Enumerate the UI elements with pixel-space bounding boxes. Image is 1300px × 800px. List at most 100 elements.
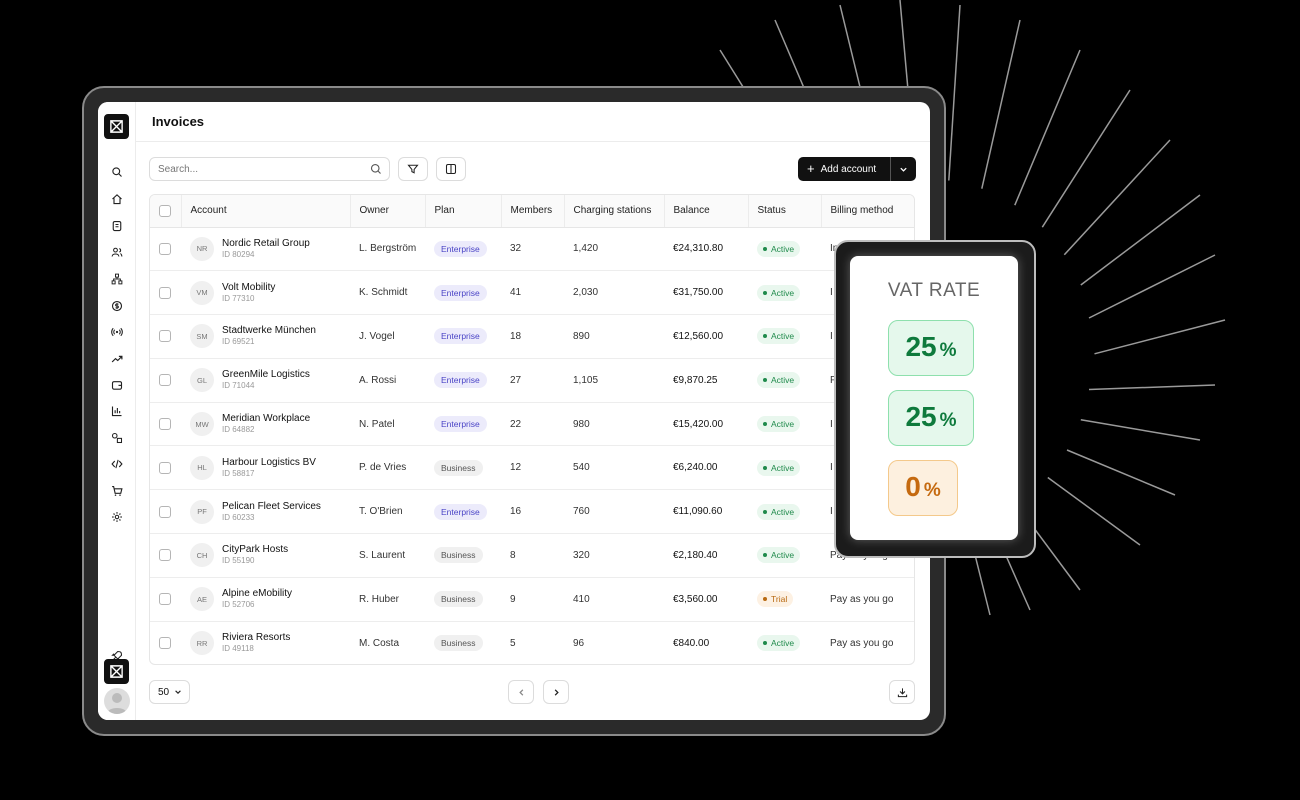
broadcast-icon[interactable] <box>108 323 126 341</box>
account-name[interactable]: Riviera Resorts <box>222 632 290 644</box>
row-checkbox[interactable] <box>159 637 171 650</box>
previous-page-button[interactable] <box>508 680 534 704</box>
select-all-cell <box>150 195 182 228</box>
cart-icon[interactable] <box>108 482 126 500</box>
plan-cell: Business <box>425 534 501 578</box>
page-size-select[interactable]: 50 <box>149 680 190 704</box>
accounts-table: Account Owner Plan Members Charging stat… <box>149 194 915 665</box>
table-row[interactable]: GL GreenMile Logistics ID 71044 A. Rossi Ent… <box>150 358 914 403</box>
chevron-down-icon <box>900 167 907 172</box>
members-cell: 27 <box>510 374 522 386</box>
columns-button[interactable] <box>436 157 466 181</box>
account-cell[interactable]: PF Pelican Fleet Services ID 60233 <box>181 490 350 534</box>
table-row[interactable]: HL Harbour Logistics BV ID 58817 P. de Vrie… <box>150 446 914 490</box>
account-name[interactable]: Stadtwerke München <box>222 325 316 337</box>
account-name[interactable]: Meridian Workplace <box>222 413 310 425</box>
account-cell[interactable]: CH CityPark Hosts ID 55190 <box>181 534 350 578</box>
status-dot <box>763 422 767 427</box>
account-name[interactable]: Nordic Retail Group <box>222 238 310 250</box>
add-account-button[interactable]: + Add account <box>798 157 916 181</box>
account-avatar: CH <box>190 543 214 568</box>
code-icon[interactable] <box>108 455 126 473</box>
column-header-stations[interactable]: Charging stations <box>564 195 665 228</box>
table-row[interactable]: SM Stadtwerke München ID 69521 J. Vogel Ente… <box>150 315 914 359</box>
table-row[interactable]: RR Riviera Resorts ID 49118 M. Costa Busines… <box>150 621 914 664</box>
wallet-icon[interactable] <box>108 376 126 394</box>
users-icon[interactable] <box>108 243 126 261</box>
hierarchy-icon[interactable] <box>108 270 126 288</box>
vat-title: VAT RATE <box>887 280 981 301</box>
gear-icon[interactable] <box>108 508 126 526</box>
dollar-icon[interactable] <box>108 297 126 315</box>
account-name[interactable]: Alpine eMobility <box>222 588 292 600</box>
members-cell: 41 <box>510 287 522 299</box>
chevron-left-icon <box>518 688 523 696</box>
table-row[interactable]: PF Pelican Fleet Services ID 60233 T. O'Bri… <box>150 490 914 534</box>
account-cell[interactable]: GL GreenMile Logistics ID 71044 <box>181 358 350 402</box>
column-header-members[interactable]: Members <box>501 195 565 228</box>
column-header-balance[interactable]: Balance <box>664 195 749 228</box>
column-header-account[interactable]: Account <box>181 195 351 228</box>
row-checkbox[interactable] <box>159 418 171 431</box>
row-checkbox[interactable] <box>159 286 171 299</box>
table-row[interactable]: CH CityPark Hosts ID 55190 S. Laurent Busine… <box>150 534 914 578</box>
next-page-button[interactable] <box>543 680 569 704</box>
row-checkbox[interactable] <box>159 593 171 606</box>
status-badge: Active <box>757 503 801 520</box>
account-cell[interactable]: VM Volt Mobility ID 77310 <box>181 271 350 315</box>
row-checkbox[interactable] <box>159 374 171 387</box>
search-icon[interactable] <box>108 163 126 181</box>
account-name[interactable]: Harbour Logistics BV <box>222 457 316 469</box>
chevron-right-icon <box>554 688 559 696</box>
account-cell[interactable]: NR Nordic Retail Group ID 80294 <box>181 227 350 271</box>
table-row[interactable]: VM Volt Mobility ID 77310 K. Schmidt Enterpr… <box>150 271 914 315</box>
status-label: Active <box>771 506 795 517</box>
table-row[interactable]: MW Meridian Workplace ID 64882 N. Patel Ente… <box>150 402 914 446</box>
row-checkbox[interactable] <box>159 461 171 474</box>
row-checkbox[interactable] <box>159 242 171 255</box>
ray-line <box>1080 419 1201 441</box>
status-label: Active <box>771 462 795 473</box>
account-name[interactable]: Pelican Fleet Services <box>222 501 321 513</box>
logo-icon[interactable] <box>104 114 129 139</box>
workspace-logo-icon[interactable] <box>104 659 129 684</box>
owner-cell: S. Laurent <box>359 549 406 561</box>
plan-cell: Enterprise <box>425 402 501 446</box>
select-all-checkbox[interactable] <box>159 204 171 217</box>
account-name[interactable]: GreenMile Logistics <box>222 369 310 381</box>
plan-badge: Business <box>434 547 483 564</box>
avatar[interactable] <box>104 688 130 714</box>
column-header-billing[interactable]: Billing method <box>821 195 914 228</box>
account-cell[interactable]: HL Harbour Logistics BV ID 58817 <box>181 446 350 490</box>
status-cell: Active <box>748 358 821 402</box>
shapes-icon[interactable] <box>108 429 126 447</box>
table-row[interactable]: NR Nordic Retail Group ID 80294 L. Bergströ… <box>150 227 914 271</box>
balance-cell: €840.00 <box>673 637 710 649</box>
account-name[interactable]: Volt Mobility <box>222 282 275 294</box>
bar-chart-icon[interactable] <box>108 402 126 420</box>
row-checkbox[interactable] <box>159 549 171 562</box>
building-icon[interactable] <box>108 217 126 235</box>
account-cell[interactable]: RR Riviera Resorts ID 49118 <box>181 621 350 664</box>
account-cell[interactable]: SM Stadtwerke München ID 69521 <box>181 315 350 359</box>
download-button[interactable] <box>889 680 915 704</box>
filter-button[interactable] <box>398 157 428 181</box>
column-header-plan[interactable]: Plan <box>425 195 502 228</box>
column-header-owner[interactable]: Owner <box>350 195 426 228</box>
add-account-dropdown[interactable] <box>891 165 916 174</box>
table-row[interactable]: AE Alpine eMobility ID 52706 R. Huber Busine… <box>150 577 914 622</box>
account-cell[interactable]: AE Alpine eMobility ID 52706 <box>181 577 350 621</box>
column-header-status[interactable]: Status <box>748 195 822 228</box>
row-select-cell <box>150 490 181 534</box>
account-name[interactable]: CityPark Hosts <box>222 544 288 556</box>
search-field[interactable] <box>149 157 390 181</box>
search-input[interactable] <box>158 163 358 175</box>
trend-icon[interactable] <box>108 350 126 368</box>
home-icon[interactable] <box>108 190 126 208</box>
row-checkbox[interactable] <box>159 330 171 343</box>
plan-badge: Business <box>434 591 483 608</box>
status-dot <box>763 465 767 470</box>
account-cell[interactable]: MW Meridian Workplace ID 64882 <box>181 402 350 446</box>
row-checkbox[interactable] <box>159 505 171 518</box>
balance-cell: €31,750.00 <box>673 287 724 299</box>
